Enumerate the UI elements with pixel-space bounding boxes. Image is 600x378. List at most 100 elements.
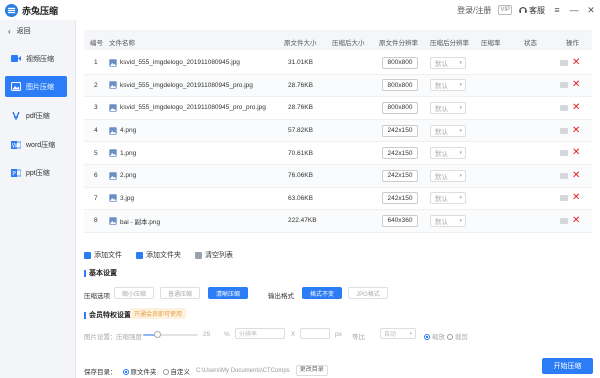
resolution-width-input[interactable]: 分辨率 (235, 328, 285, 339)
change-directory-button[interactable]: 更改目录 (295, 365, 328, 376)
vip-settings-header: 会员特权设置 (84, 310, 131, 320)
open-folder-icon[interactable] (560, 217, 568, 224)
delete-icon[interactable]: ✕ (572, 57, 580, 68)
save-path: C:\Users\My Documents\CTComps (196, 367, 290, 374)
target-resolution-select[interactable]: 默认 ▾ (430, 124, 466, 137)
vip-badge-icon[interactable]: VIP (498, 5, 512, 15)
chevron-down-icon: ▾ (409, 330, 412, 337)
target-resolution-value: 默认 (435, 60, 448, 68)
target-resolution-select[interactable]: 默认 ▾ (430, 192, 466, 205)
delete-icon[interactable]: ✕ (572, 125, 580, 136)
section-bar (84, 311, 86, 319)
col-status: 状态 (524, 40, 537, 47)
minimize-icon[interactable]: — (569, 5, 579, 15)
target-resolution-select[interactable]: 默认 ▾ (430, 56, 466, 69)
original-size: 76.06KB (288, 172, 313, 180)
sidebar-item-label: 图片压缩 (26, 83, 54, 91)
radio-crop-label: 裁剪 (455, 334, 468, 341)
customer-service-label: 客服 (529, 5, 545, 15)
delete-icon[interactable]: ✕ (572, 80, 580, 90)
radio-original-folder[interactable]: 原文件夹 (122, 366, 157, 376)
table-row[interactable]: 6 2.png 76.06KB 242x150 默认 ▾ ✕ (84, 165, 592, 188)
mode-shrink-button[interactable]: 缩小压缩 (114, 287, 154, 299)
format-jpg-button[interactable]: JPG格式 (348, 287, 388, 299)
delete-icon[interactable]: ✕ (572, 215, 580, 226)
x-separator: X (291, 331, 296, 338)
col-original-resolution: 原文件分辨率 (379, 40, 418, 47)
open-folder-icon[interactable] (560, 59, 568, 66)
table-row[interactable]: 1 ksvid_555_imgdelogo_201911080945.jpg 31.… (84, 52, 592, 75)
radio-custom-folder-label: 自定义 (170, 368, 191, 376)
app-title: 赤兔压缩 (22, 5, 59, 16)
add-folder-button[interactable]: 添加文件夹 (136, 250, 181, 260)
save-directory-label: 保存目录： (84, 368, 117, 376)
table-row[interactable]: 8 bai - 副本.png 222.47KB 640x360 默认 ▾ ✕ (84, 210, 592, 233)
radio-custom-folder[interactable]: 自定义 (162, 366, 191, 376)
table-row[interactable]: 3 ksvid_555_imgdelogo_201911080945_pro_pr… (84, 97, 592, 120)
target-resolution-select[interactable]: 默认 ▾ (430, 101, 466, 114)
target-resolution-select[interactable]: 默认 ▾ (430, 79, 466, 92)
col-target-resolution: 压缩后分辨率 (430, 40, 469, 47)
clear-list-button[interactable]: 清空列表 (195, 250, 233, 260)
open-folder-icon[interactable] (560, 150, 568, 157)
original-size: 31.01KB (288, 59, 313, 67)
mode-normal-button[interactable]: 普通压缩 (160, 287, 200, 299)
vip-upgrade-tag[interactable]: 开通会员即可使用 (130, 308, 187, 319)
scale-select[interactable]: 自动 ▾ (380, 328, 416, 339)
add-folder-label: 添加文件夹 (146, 252, 181, 259)
open-folder-icon[interactable] (560, 104, 568, 111)
radio-crop[interactable]: 裁剪 (447, 331, 468, 341)
add-file-icon (84, 251, 91, 259)
radio-scale[interactable]: 缩放 (424, 331, 445, 341)
delete-icon[interactable]: ✕ (572, 170, 580, 181)
col-compressed-size: 压缩后大小 (332, 40, 365, 47)
format-keep-button[interactable]: 格式不变 (302, 287, 342, 299)
delete-icon[interactable]: ✕ (572, 148, 580, 158)
target-resolution-select[interactable]: 默认 ▾ (430, 169, 466, 182)
sidebar-item-pdf[interactable]: pdf压缩 (5, 105, 67, 126)
sidebar-item-image[interactable]: 图片压缩 (5, 76, 67, 97)
start-compress-button[interactable]: 开始压缩 (542, 358, 593, 374)
save-directory-bar: 保存目录： 原文件夹 自定义 C:\Users\My Documents\CTC… (84, 365, 328, 376)
resolution-height-input[interactable] (300, 328, 330, 339)
open-folder-icon[interactable] (560, 82, 568, 89)
chevron-down-icon: ▾ (459, 127, 462, 134)
original-resolution: 800x800 (382, 79, 418, 92)
open-folder-icon[interactable] (560, 195, 568, 202)
svg-text:W: W (12, 142, 18, 149)
mode-clear-button[interactable]: 清晰压缩 (208, 287, 248, 299)
open-folder-icon[interactable] (560, 127, 568, 134)
sidebar-item-label: word压缩 (26, 141, 56, 149)
close-icon[interactable]: ✕ (586, 5, 596, 16)
delete-icon[interactable]: ✕ (572, 102, 580, 113)
row-number: 8 (94, 217, 98, 225)
add-file-button[interactable]: 添加文件 (84, 250, 122, 260)
sidebar-item-video[interactable]: 视频压缩 (5, 48, 67, 69)
col-ratio: 压缩率 (481, 40, 501, 47)
image-file-icon (109, 104, 117, 112)
target-resolution-value: 默认 (435, 196, 448, 204)
compress-mode-label: 压缩选项 (84, 293, 110, 300)
row-number: 2 (94, 81, 98, 89)
chevron-down-icon: ▾ (459, 172, 462, 179)
customer-service-button[interactable]: 客服 (519, 5, 545, 16)
target-resolution-value: 默认 (435, 83, 448, 91)
quality-slider-knob[interactable] (153, 331, 161, 338)
sidebar-item-ppt[interactable]: P ppt压缩 (5, 162, 67, 183)
login-link[interactable]: 登录/注册 (457, 5, 491, 16)
table-row[interactable]: 2 ksvid_555_imgdelogo_201911080945_pro.jp… (84, 74, 592, 98)
file-name: 2.png (120, 172, 137, 180)
quality-slider[interactable] (143, 331, 198, 338)
delete-icon[interactable]: ✕ (572, 193, 580, 203)
back-button[interactable]: ‹ 返回 (8, 26, 31, 36)
table-row[interactable]: 7 3.jpg 63.06KB 242x150 默认 ▾ ✕ (84, 188, 592, 211)
target-resolution-select[interactable]: 默认 ▾ (430, 214, 466, 227)
open-folder-icon[interactable] (560, 172, 568, 179)
target-resolution-select[interactable]: 默认 ▾ (430, 147, 466, 160)
basic-settings-header: 基本设置 (84, 268, 117, 278)
table-row[interactable]: 5 1.png 70.61KB 242x150 默认 ▾ ✕ (84, 142, 592, 165)
section-bar (84, 269, 86, 277)
menu-icon[interactable]: ≡ (552, 5, 562, 15)
sidebar-item-word[interactable]: W word压缩 (5, 134, 67, 155)
table-row[interactable]: 4 4.png 57.82KB 242x150 默认 ▾ ✕ (84, 119, 592, 143)
